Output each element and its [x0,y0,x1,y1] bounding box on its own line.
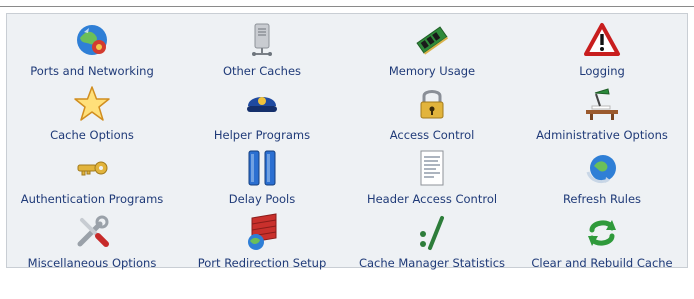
module-label: Access Control [389,128,475,142]
module-label: Authentication Programs [20,192,164,206]
module-label: Helper Programs [213,128,311,142]
document-icon [420,150,444,186]
module-cache-manager-statistics[interactable]: Cache Manager Statistics [347,206,517,270]
star-icon [74,86,110,121]
tools-icon [77,215,109,247]
percent-icon [420,216,444,250]
module-ports-and-networking[interactable]: Ports and Networking [7,14,177,78]
module-label: Cache Manager Statistics [358,256,506,270]
module-label: Cache Options [50,128,134,142]
memory-chip-icon [416,26,449,55]
firewall-globe-icon [248,213,277,250]
top-divider [0,6,694,7]
module-access-control[interactable]: Access Control [347,78,517,142]
module-port-redirection-setup[interactable]: Port Redirection Setup [177,206,347,270]
module-label: Miscellaneous Options [27,256,157,270]
module-memory-usage[interactable]: Memory Usage [347,14,517,78]
module-label: Administrative Options [536,128,668,142]
refresh-globe-icon [586,155,616,184]
globe-network-icon [77,25,107,55]
padlock-icon [420,90,444,119]
module-label: Other Caches [222,64,302,78]
module-label: Memory Usage [388,64,476,78]
module-authentication-programs[interactable]: Authentication Programs [7,142,177,206]
module-icon-panel: Ports and Networking Other Caches Memory… [6,13,688,270]
helper-cap-icon [247,97,277,112]
recycle-icon [588,220,616,246]
desk-lamp-icon [586,88,618,120]
module-administrative-options[interactable]: Administrative Options [517,78,687,142]
module-logging[interactable]: Logging [517,14,687,78]
module-helper-programs[interactable]: Helper Programs [177,78,347,142]
module-refresh-rules[interactable]: Refresh Rules [517,142,687,206]
module-label: Delay Pools [228,192,296,206]
module-miscellaneous-options[interactable]: Miscellaneous Options [7,206,177,270]
module-label: Ports and Networking [30,64,154,78]
module-cache-options[interactable]: Cache Options [7,78,177,142]
module-label: Logging [579,64,625,78]
server-icon [252,23,272,56]
module-header-access-control[interactable]: Header Access Control [347,142,517,206]
module-label: Clear and Rebuild Cache [531,256,673,270]
module-delay-pools[interactable]: Delay Pools [177,142,347,206]
warning-icon [584,23,620,56]
module-other-caches[interactable]: Other Caches [177,14,347,78]
module-clear-and-rebuild-cache[interactable]: Clear and Rebuild Cache [517,206,687,270]
module-label: Port Redirection Setup [197,256,327,270]
key-icon [77,161,108,176]
module-label: Header Access Control [366,192,498,206]
module-grid: Ports and Networking Other Caches Memory… [7,14,687,270]
pause-icon [248,150,276,186]
module-label: Refresh Rules [562,192,642,206]
